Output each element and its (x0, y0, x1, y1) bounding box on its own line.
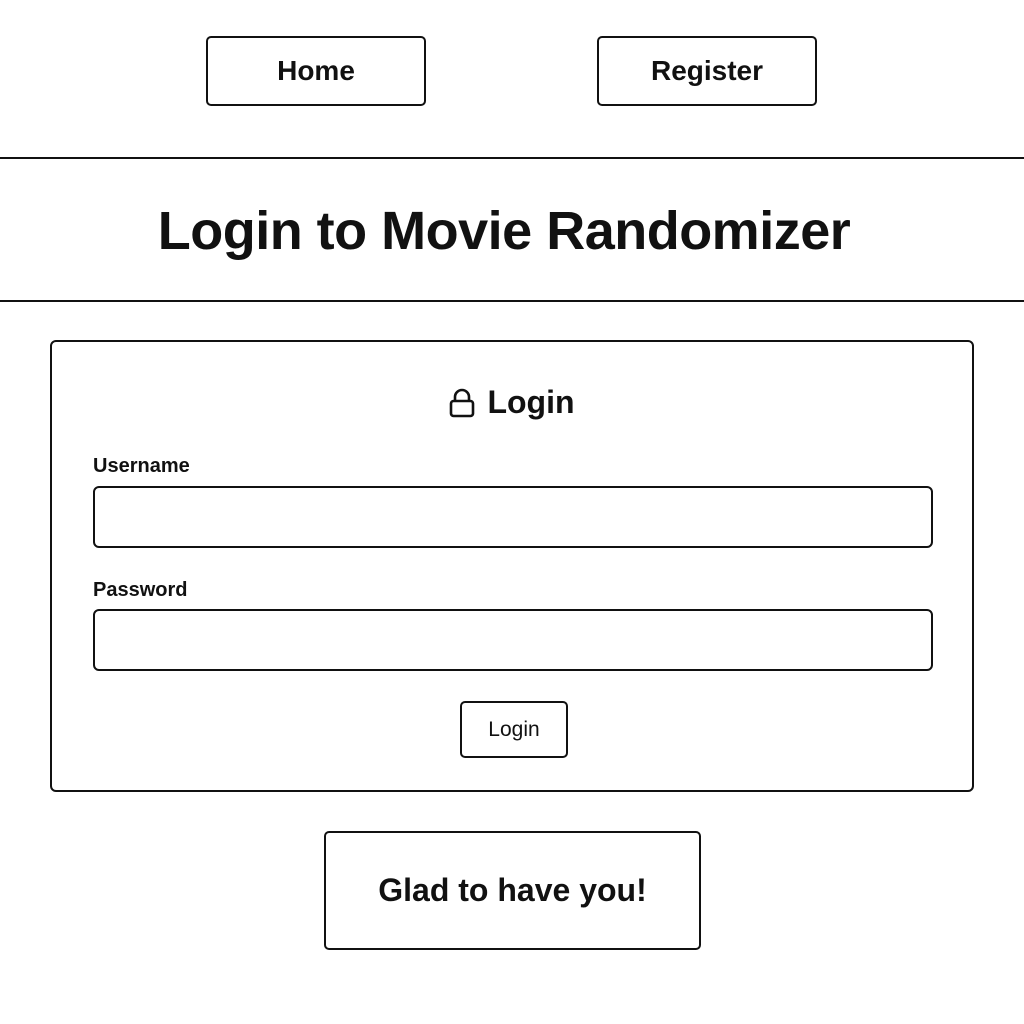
page: Home Register Login to Movie Randomizer … (0, 0, 1024, 1024)
lock-icon (449, 387, 475, 418)
register-button-label: Register (650, 55, 764, 86)
username-label: Username (93, 455, 190, 477)
password-label: Password (93, 579, 188, 601)
home-button-label: Home (277, 55, 355, 86)
page-title: Login to Movie Randomizer (157, 201, 851, 261)
home-button[interactable]: Home (206, 36, 426, 106)
header-divider-bottom (0, 300, 1024, 302)
login-card-heading-text: Login (487, 384, 575, 420)
login-submit-button[interactable]: Login (460, 701, 568, 758)
login-card-heading: Login (52, 382, 972, 422)
welcome-message: Glad to have you! (378, 872, 647, 908)
password-input[interactable] (93, 609, 933, 671)
login-submit-label: Login (488, 717, 540, 741)
welcome-message-box: Glad to have you! (324, 831, 701, 950)
username-input[interactable] (93, 486, 933, 548)
login-card: Login Username Password Login (50, 340, 974, 792)
header-divider-top (0, 157, 1024, 159)
register-button[interactable]: Register (597, 36, 817, 106)
